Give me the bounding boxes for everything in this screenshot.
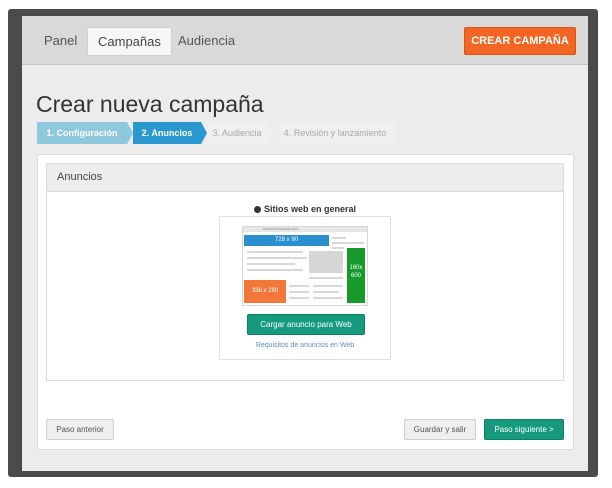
nav-panel[interactable]: Panel — [34, 27, 87, 54]
placeholder-line — [332, 247, 344, 249]
upload-web-ad-button[interactable]: Cargar anuncio para Web — [247, 314, 365, 335]
step-configuration[interactable]: 1. Configuración — [37, 122, 127, 144]
wizard-steps: 1. Configuración 2. Anuncios 3. Audienci… — [37, 122, 397, 144]
placeholder-line — [289, 297, 309, 299]
wizard-card: Anuncios Sitios web en general www.webna… — [37, 154, 574, 450]
app-container: Panel Campañas Audiencia CREAR CAMPAÑA C… — [22, 16, 588, 471]
placeholder-line — [313, 291, 339, 293]
placeholder-line — [247, 269, 303, 271]
channel-label: Sitios web en general — [263, 204, 357, 214]
web-ad-option: www.webname.com 728 x 90 160x 600 336 x … — [219, 216, 391, 360]
ads-panel: Anuncios Sitios web en general www.webna… — [46, 163, 564, 381]
ads-panel-heading: Anuncios — [47, 164, 563, 192]
create-campaign-button[interactable]: CREAR CAMPAÑA — [464, 27, 576, 55]
step-audience: 3. Audiencia — [207, 122, 267, 144]
placeholder-line — [309, 277, 343, 279]
placeholder-line — [289, 291, 309, 293]
placeholder-line — [247, 257, 307, 259]
image-placeholder — [309, 251, 343, 273]
ad-728x90: 728 x 90 — [244, 235, 329, 246]
ad-160x600: 160x 600 — [347, 248, 365, 303]
step-review-launch: 4. Revisión y lanzamiento — [273, 122, 397, 144]
placeholder-line — [247, 263, 295, 265]
placeholder-line — [332, 237, 346, 239]
page-title: Crear nueva campaña — [36, 91, 264, 117]
browser-bar: www.webname.com — [243, 226, 367, 232]
mock-url: www.webname.com — [263, 226, 299, 231]
browser-mockup: www.webname.com 728 x 90 160x 600 336 x … — [242, 226, 368, 306]
placeholder-line — [313, 297, 343, 299]
top-nav: Panel Campañas Audiencia CREAR CAMPAÑA — [22, 16, 588, 65]
ad-336x280: 336 x 280 — [244, 280, 286, 303]
globe-icon — [253, 206, 261, 213]
next-step-button[interactable]: Paso siguiente > — [484, 419, 564, 440]
placeholder-line — [289, 285, 309, 287]
previous-step-button[interactable]: Paso anterior — [46, 419, 114, 440]
placeholder-line — [332, 242, 364, 244]
placeholder-line — [313, 285, 343, 287]
web-ad-requirements-link[interactable]: Requisitos de anuncios en Web — [220, 342, 390, 349]
nav-campaigns[interactable]: Campañas — [87, 27, 172, 56]
channel-title: Sitios web en general — [47, 204, 563, 214]
step-ads[interactable]: 2. Anuncios — [133, 122, 201, 144]
nav-audience[interactable]: Audiencia — [168, 27, 245, 54]
save-and-exit-button[interactable]: Guardar y salir — [404, 419, 476, 440]
placeholder-line — [247, 251, 303, 253]
